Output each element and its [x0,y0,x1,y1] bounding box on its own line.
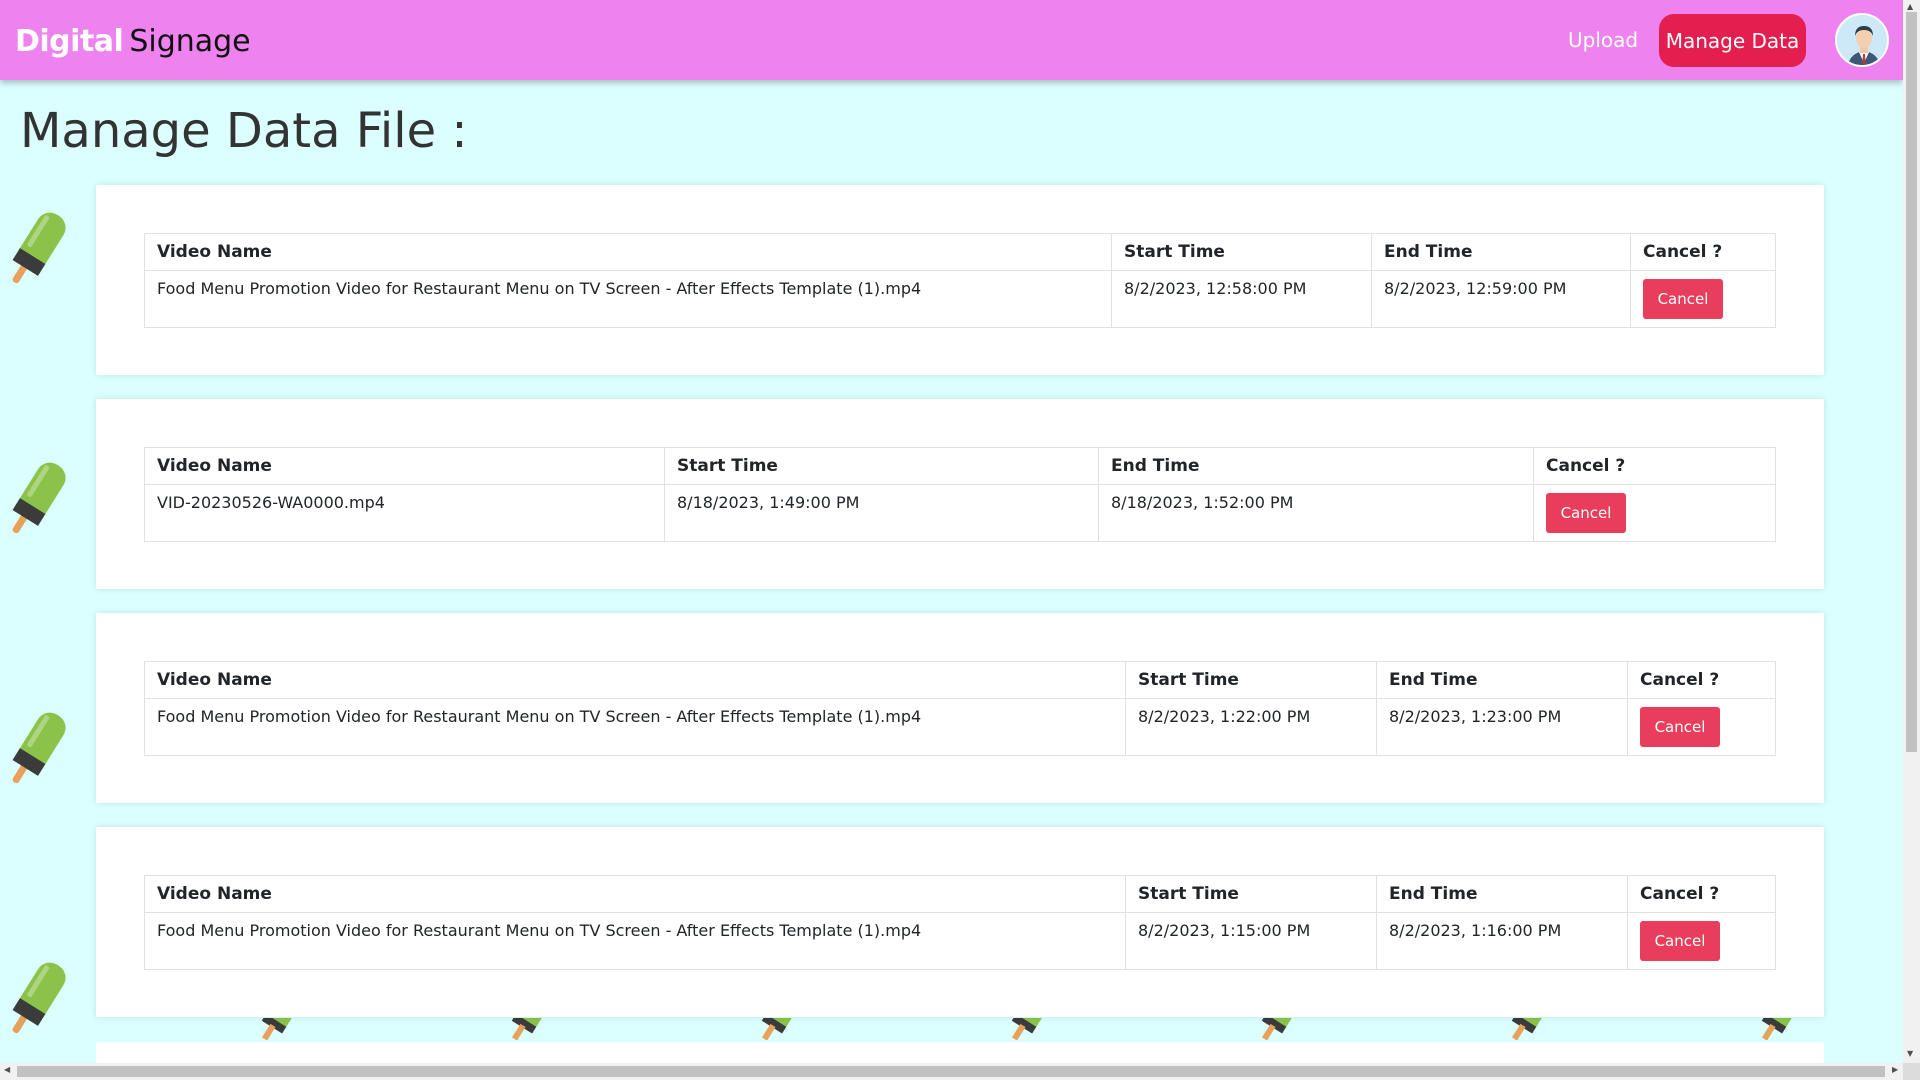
navbar: Digital Signage Upload Manage Data [0,0,1903,80]
start-time-cell: 8/18/2023, 1:49:00 PM [664,484,1099,542]
end-time-cell: 8/2/2023, 12:59:00 PM [1371,270,1631,328]
brand-part2: Signage [129,24,251,59]
table-header-row: Video Name Start Time End Time Cancel ? [144,447,1776,485]
nav-upload-link[interactable]: Upload [1568,28,1638,52]
header-start-time: Start Time [1125,875,1377,913]
header-start-time: Start Time [664,447,1099,485]
header-end-time: End Time [1098,447,1534,485]
schedule-card: Video Name Start Time End Time Cancel ? … [96,185,1824,375]
table-row: Food Menu Promotion Video for Restaurant… [144,698,1776,756]
header-video-name: Video Name [144,661,1126,699]
header-start-time: Start Time [1125,661,1377,699]
cancel-cell: Cancel [1533,484,1776,542]
schedule-table: Video Name Start Time End Time Cancel ? … [144,875,1776,970]
header-cancel: Cancel ? [1630,233,1776,271]
header-end-time: End Time [1376,875,1628,913]
horizontal-scrollbar[interactable]: ◀ ▶ [0,1063,1920,1080]
schedule-table: Video Name Start Time End Time Cancel ? … [144,447,1776,542]
scroll-left-icon[interactable]: ◀ [4,1065,10,1074]
popsicle-icon [12,212,66,284]
table-header-row: Video Name Start Time End Time Cancel ? [144,233,1776,271]
popsicle-icon [761,1018,796,1040]
schedule-card: Video Name Start Time End Time Cancel ? … [96,827,1824,1017]
header-cancel: Cancel ? [1533,447,1776,485]
schedule-table: Video Name Start Time End Time Cancel ? … [144,233,1776,328]
brand-logo[interactable]: Digital Signage [15,22,251,62]
cancel-cell: Cancel [1627,912,1776,970]
popsicle-icon [1761,1018,1796,1040]
scroll-right-icon[interactable]: ▶ [1892,1065,1898,1074]
start-time-cell: 8/2/2023, 12:58:00 PM [1111,270,1372,328]
cancel-cell: Cancel [1630,270,1776,328]
table-row: VID-20230526-WA0000.mp4 8/18/2023, 1:49:… [144,484,1776,542]
popsicle-icon [261,1018,296,1040]
header-end-time: End Time [1371,233,1631,271]
scrollbar-corner [1903,1063,1920,1080]
header-cancel: Cancel ? [1627,875,1776,913]
table-header-row: Video Name Start Time End Time Cancel ? [144,875,1776,913]
schedule-card: Video Name Start Time End Time Cancel ? … [96,613,1824,803]
video-name-cell: Food Menu Promotion Video for Restaurant… [144,912,1126,970]
schedule-card: Video Name Start Time End Time Cancel ? … [96,399,1824,589]
brand-part1: Digital [15,24,124,59]
horizontal-scroll-thumb[interactable] [17,1066,1885,1077]
header-video-name: Video Name [144,875,1126,913]
schedule-table: Video Name Start Time End Time Cancel ? … [144,661,1776,756]
popsicle-icon [511,1018,546,1040]
header-cancel: Cancel ? [1627,661,1776,699]
user-avatar-icon [1837,15,1887,65]
end-time-cell: 8/2/2023, 1:16:00 PM [1376,912,1628,970]
cancel-button[interactable]: Cancel [1640,707,1720,747]
vertical-scroll-thumb[interactable] [1906,12,1917,752]
header-start-time: Start Time [1111,233,1372,271]
avatar[interactable] [1835,13,1889,67]
popsicle-icon [12,712,66,784]
popsicle-icon [1511,1018,1546,1040]
table-header-row: Video Name Start Time End Time Cancel ? [144,661,1776,699]
header-video-name: Video Name [144,233,1112,271]
end-time-cell: 8/2/2023, 1:23:00 PM [1376,698,1628,756]
cancel-button[interactable]: Cancel [1546,493,1626,533]
popsicle-icon [12,462,66,534]
cancel-cell: Cancel [1627,698,1776,756]
popsicle-icon [1011,1018,1046,1040]
video-name-cell: Food Menu Promotion Video for Restaurant… [144,270,1112,328]
cancel-button[interactable]: Cancel [1640,921,1720,961]
start-time-cell: 8/2/2023, 1:15:00 PM [1125,912,1377,970]
header-end-time: End Time [1376,661,1628,699]
start-time-cell: 8/2/2023, 1:22:00 PM [1125,698,1377,756]
vertical-scrollbar[interactable]: ▲ ▼ [1903,0,1920,1063]
scroll-up-icon[interactable]: ▲ [1907,2,1913,11]
cancel-button[interactable]: Cancel [1643,279,1723,319]
popsicle-icon [12,962,66,1034]
table-row: Food Menu Promotion Video for Restaurant… [144,912,1776,970]
popsicle-icon [1261,1018,1296,1040]
end-time-cell: 8/18/2023, 1:52:00 PM [1098,484,1534,542]
table-row: Food Menu Promotion Video for Restaurant… [144,270,1776,328]
header-video-name: Video Name [144,447,665,485]
scroll-down-icon[interactable]: ▼ [1907,1049,1913,1058]
page-title: Manage Data File : [20,103,468,159]
nav-manage-data-button[interactable]: Manage Data [1659,14,1806,67]
video-name-cell: VID-20230526-WA0000.mp4 [144,484,665,542]
video-name-cell: Food Menu Promotion Video for Restaurant… [144,698,1126,756]
